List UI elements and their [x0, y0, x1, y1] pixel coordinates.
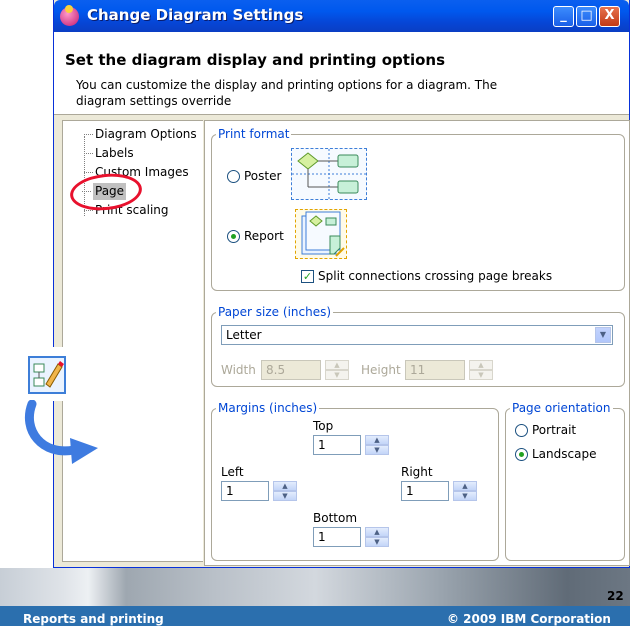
poster-diagram-icon — [291, 148, 367, 200]
split-connections-checkbox[interactable]: ✓ — [301, 270, 314, 283]
report-radio[interactable] — [227, 230, 240, 243]
tree-item-diagram-options[interactable]: Diagram Options — [84, 126, 197, 143]
top-margin-label: Top — [313, 419, 334, 433]
footer-copyright: © 2009 IBM Corporation — [447, 612, 611, 626]
title-bar[interactable]: Change Diagram Settings _ □ X — [54, 0, 629, 32]
top-margin-input[interactable]: 1 — [313, 435, 361, 455]
landscape-radio[interactable] — [515, 448, 528, 461]
left-margin-input[interactable]: 1 — [221, 481, 269, 501]
tree-item-labels[interactable]: Labels — [84, 145, 134, 162]
portrait-label: Portrait — [532, 423, 577, 437]
right-margin-label: Right — [401, 465, 433, 479]
page-number: 22 — [607, 589, 624, 603]
top-margin-spinner[interactable]: ▲ ▼ — [365, 435, 389, 455]
report-diagram-icon — [295, 209, 347, 259]
report-edit-icon — [28, 356, 66, 394]
right-margin-spinner[interactable]: ▲ ▼ — [453, 481, 477, 501]
dialog-header: Set the diagram display and printing opt… — [54, 32, 629, 115]
header-title: Set the diagram display and printing opt… — [65, 51, 446, 69]
right-margin-input[interactable]: 1 — [401, 481, 449, 501]
portrait-radio[interactable] — [515, 424, 528, 437]
print-format-legend: Print format — [218, 127, 290, 141]
landscape-label: Landscape — [532, 447, 597, 461]
paper-size-legend: Paper size (inches) — [218, 305, 332, 319]
height-spinner[interactable]: ▲ ▼ — [469, 360, 493, 380]
margins-legend: Margins (inches) — [218, 401, 318, 415]
width-spinner[interactable]: ▲ ▼ — [325, 360, 349, 380]
bottom-margin-label: Bottom — [313, 511, 358, 525]
left-margin-spinner[interactable]: ▲ ▼ — [273, 481, 297, 501]
poster-label: Poster — [244, 169, 282, 183]
paper-size-select[interactable]: Letter ▼ — [221, 325, 613, 345]
close-button[interactable]: X — [599, 6, 620, 27]
window-title: Change Diagram Settings — [87, 6, 304, 24]
header-description: You can customize the display and printi… — [76, 78, 498, 108]
maximize-button[interactable]: □ — [576, 6, 597, 27]
app-icon — [60, 5, 79, 26]
height-input[interactable]: 11 — [405, 360, 465, 380]
chevron-down-icon[interactable]: ▼ — [595, 327, 611, 343]
page-orientation-legend: Page orientation — [512, 401, 611, 415]
bottom-margin-input[interactable]: 1 — [313, 527, 361, 547]
footer-gradient-band — [0, 568, 630, 606]
footer-section-title: Reports and printing — [23, 612, 164, 626]
paper-size-value: Letter — [226, 328, 262, 342]
minimize-button[interactable]: _ — [553, 6, 574, 27]
bottom-margin-spinner[interactable]: ▲ ▼ — [365, 527, 389, 547]
width-input[interactable]: 8.5 — [261, 360, 321, 380]
print-format-group: Print format — [211, 127, 625, 291]
width-label: Width — [221, 363, 256, 377]
left-margin-label: Left — [221, 465, 244, 479]
split-connections-label: Split connections crossing page breaks — [318, 269, 553, 283]
report-label: Report — [244, 229, 284, 243]
curved-arrow-icon — [24, 400, 98, 464]
dialog-window: Change Diagram Settings _ □ X Set the di… — [53, 0, 630, 568]
settings-panel: Print format Poster Report ✓ Split conne… — [204, 120, 630, 566]
height-label: Height — [361, 363, 401, 377]
poster-radio[interactable] — [227, 170, 240, 183]
